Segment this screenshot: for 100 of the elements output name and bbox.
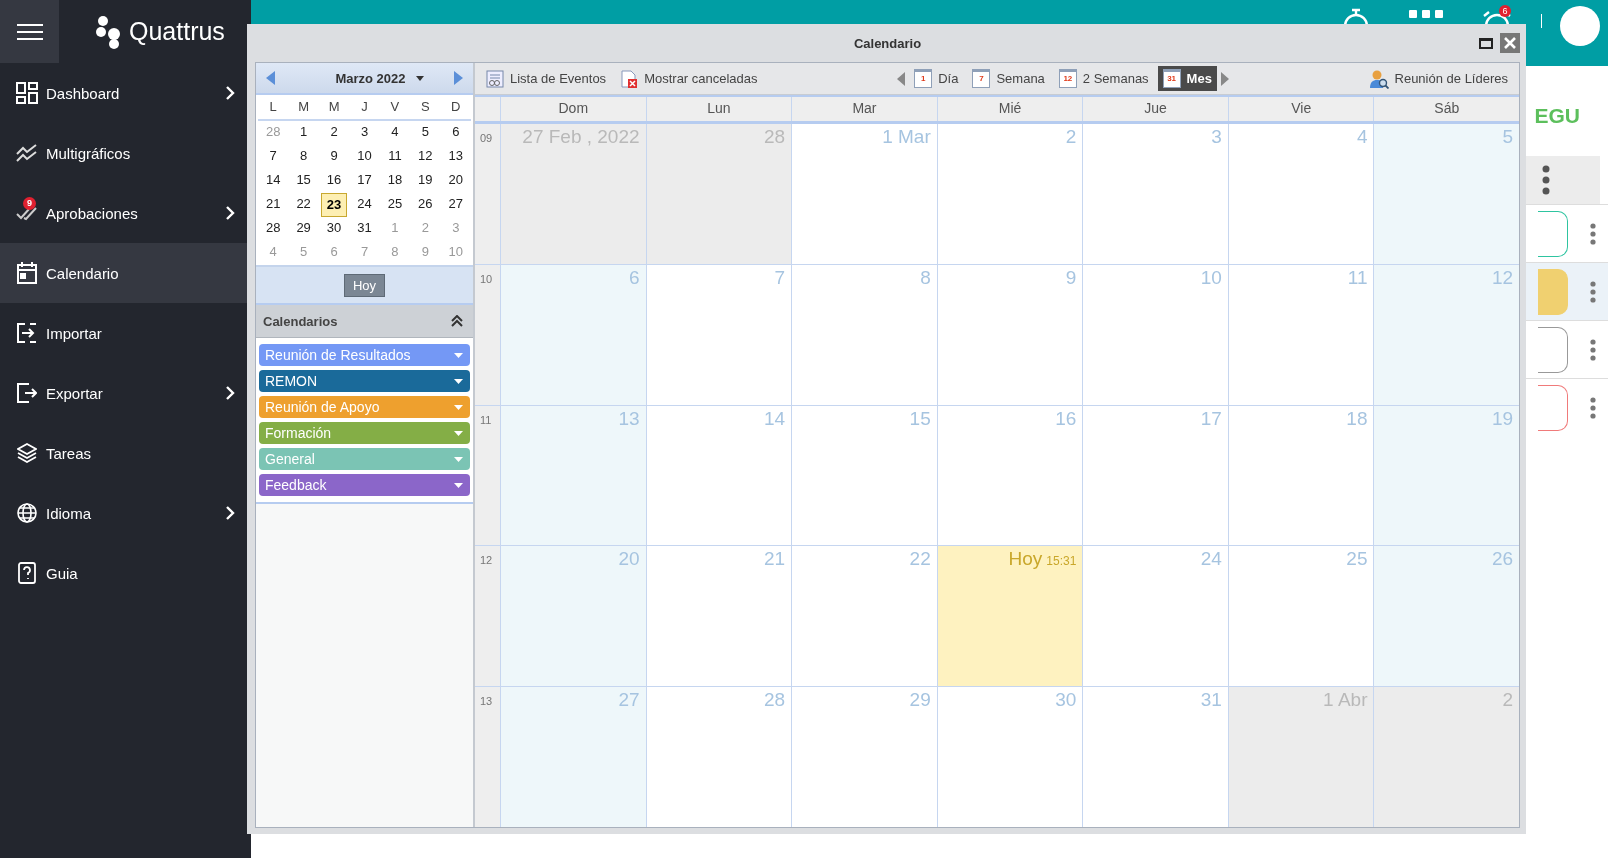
day-number: 24 [1200,548,1222,571]
view-tab[interactable]: 31 Mes [1157,66,1217,91]
date-cell[interactable]: 28 [260,121,287,145]
date-cell[interactable]: 2 [412,217,439,241]
caret-icon[interactable] [454,378,463,384]
view-tab[interactable]: 7 Semana [967,66,1050,91]
date-cell[interactable]: 28 [260,217,287,241]
date-cell[interactable]: 3 [351,121,378,145]
previous-month-icon[interactable] [266,71,275,85]
date-cell[interactable]: 5 [412,121,439,145]
calendar-item[interactable]: Reunión de Apoyo [259,396,470,418]
date-cell[interactable]: 19 [412,169,439,193]
date-cell[interactable]: 26 [412,193,439,217]
date-cell[interactable]: 31 [351,217,378,241]
date-cell[interactable]: 1 [381,217,409,241]
date-cell[interactable]: 10 [351,145,378,169]
date-cell[interactable]: 4 [381,121,409,145]
sidebar-item[interactable]: Tareas [0,423,251,483]
avatar[interactable] [1560,6,1600,46]
weekday-label: S [410,95,441,121]
sidebar-item[interactable]: Dashboard [0,63,251,123]
today-button[interactable]: Hoy [343,273,386,297]
caret-icon[interactable] [454,482,463,488]
sidebar-item[interactable]: Idioma [0,483,251,543]
toolbar-button[interactable]: Lista de Eventos [481,66,612,91]
date-cell[interactable]: 8 [381,241,409,265]
nav-label: Importar [46,324,103,342]
close-icon [1504,37,1516,49]
kebab-menu-icon[interactable] [1590,396,1596,419]
toolbar-button[interactable]: Mostrar canceladas [615,66,763,91]
sidebar-item[interactable]: Exportar [0,363,251,423]
date-cell[interactable]: 9 [320,145,348,169]
day-number: 7 [774,266,786,289]
next-icon[interactable] [1220,71,1229,86]
date-cell[interactable]: 4 [260,241,287,265]
previous-icon[interactable] [897,71,906,86]
calendar-item[interactable]: General [259,448,470,470]
date-cell[interactable]: 8 [290,145,317,169]
calendar-item[interactable]: Reunión de Resultados [259,344,470,366]
date-cell[interactable]: 22 [290,193,317,217]
date-cell[interactable]: 24 [351,193,378,217]
date-cell[interactable]: 13 [442,145,469,169]
sidebar-item[interactable]: 9 Aprobaciones [0,183,251,243]
calendar-item[interactable]: Formación [259,422,470,444]
date-cell[interactable]: 6 [320,241,348,265]
caret-icon[interactable] [415,75,424,81]
weekday-header: Lun [645,97,792,121]
date-cell[interactable]: 9 [412,241,439,265]
day-number: 10 [1200,266,1222,289]
date-cell[interactable]: 5 [290,241,317,265]
month-title[interactable]: Marzo 2022 [335,70,406,86]
dashboard-icon [16,82,38,104]
sidebar-item[interactable]: Importar [0,303,251,363]
date-cell[interactable]: 25 [381,193,409,217]
date-cell[interactable]: 10 [442,241,469,265]
date-cell[interactable]: 3 [442,217,469,241]
nav-label: Aprobaciones [46,204,139,222]
day-number: 20 [618,548,640,571]
kebab-menu-icon[interactable] [1590,338,1596,361]
date-cell[interactable]: 21 [260,193,287,217]
date-cell[interactable]: 23 [320,193,348,217]
collapse-icon[interactable] [451,315,463,327]
chart-icon [16,144,38,162]
calendar-name: General [265,451,315,467]
date-cell[interactable]: 12 [412,145,439,169]
date-cell[interactable]: 7 [351,241,378,265]
date-cell[interactable]: 27 [442,193,469,217]
weekday-label: V [379,95,411,121]
date-cell[interactable]: 2 [320,121,348,145]
kebab-menu-icon[interactable] [1590,280,1596,303]
date-cell[interactable]: 16 [320,169,348,193]
date-cell[interactable]: 17 [351,169,378,193]
toolbar-button[interactable]: Reunión de Líderes [1363,65,1513,92]
calendar-item[interactable]: REMON [259,370,470,392]
date-cell[interactable]: 6 [442,121,469,145]
page-heading: EGU [1534,104,1580,128]
date-cell[interactable]: 7 [260,145,287,169]
date-cell[interactable]: 14 [260,169,287,193]
nav-label: Calendario [46,264,120,282]
date-cell[interactable]: 15 [290,169,317,193]
date-cell[interactable]: 30 [320,217,348,241]
next-month-icon[interactable] [454,71,463,85]
sidebar-item[interactable]: Multigráficos [0,123,251,183]
apps-grid-icon[interactable] [1409,8,1443,20]
kebab-menu-icon[interactable] [1542,165,1550,195]
date-cell[interactable]: 11 [381,145,409,169]
view-tab[interactable]: 12 2 Semanas [1053,66,1154,91]
day-cell[interactable]: Hoy 15:31 [936,546,1083,687]
date-cell[interactable]: 20 [442,169,469,193]
date-cell[interactable]: 29 [290,217,317,241]
view-tab[interactable]: 1 Día [909,66,964,91]
sidebar-item[interactable]: Guia [0,543,251,603]
list-icon [486,69,504,88]
menu-button[interactable] [0,0,59,63]
kebab-menu-icon[interactable] [1590,222,1596,245]
calendar-item[interactable]: Feedback [259,474,470,496]
calendar-name: Reunión de Resultados [265,347,411,363]
date-cell[interactable]: 18 [381,169,409,193]
close-button[interactable] [1500,33,1520,53]
date-cell[interactable]: 1 [290,121,317,145]
